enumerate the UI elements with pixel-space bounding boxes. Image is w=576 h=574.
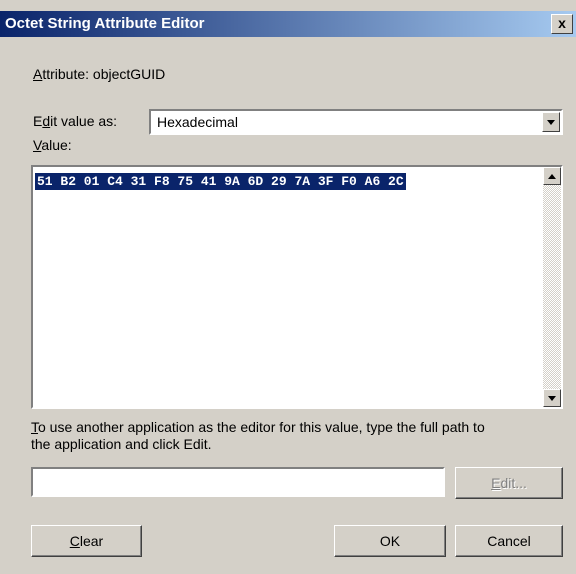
attribute-label: Attribute: objectGUID bbox=[33, 66, 166, 82]
edit-button[interactable]: Edit... bbox=[455, 467, 563, 499]
edit-value-as-selected: Hexadecimal bbox=[157, 114, 238, 130]
hex-value-text[interactable]: 51 B2 01 C4 31 F8 75 41 9A 6D 29 7A 3F F… bbox=[35, 173, 406, 190]
cancel-button[interactable]: Cancel bbox=[455, 525, 563, 557]
title-bar: Octet String Attribute Editor x bbox=[0, 11, 576, 37]
instructions-text: To use another application as the editor… bbox=[31, 419, 485, 452]
scroll-down-button[interactable] bbox=[543, 389, 561, 407]
scroll-up-button[interactable] bbox=[543, 167, 561, 185]
value-label: Value: bbox=[33, 137, 72, 153]
window-title: Octet String Attribute Editor bbox=[5, 15, 205, 32]
chevron-down-icon bbox=[547, 120, 555, 125]
value-textarea[interactable]: 51 B2 01 C4 31 F8 75 41 9A 6D 29 7A 3F F… bbox=[31, 165, 563, 409]
arrow-up-icon bbox=[548, 174, 556, 179]
edit-value-as-label: Edit value as: bbox=[33, 113, 118, 129]
close-icon: x bbox=[558, 15, 566, 31]
clear-button[interactable]: Clear bbox=[31, 525, 142, 557]
application-path-input[interactable] bbox=[31, 467, 445, 497]
vertical-scrollbar[interactable] bbox=[543, 167, 561, 407]
ok-button[interactable]: OK bbox=[334, 525, 446, 557]
octet-string-editor-dialog: Octet String Attribute Editor x Attribut… bbox=[0, 0, 576, 574]
close-button[interactable]: x bbox=[551, 14, 573, 34]
dropdown-button[interactable] bbox=[542, 112, 560, 132]
edit-value-as-select[interactable]: Hexadecimal bbox=[149, 109, 563, 135]
arrow-down-icon bbox=[548, 396, 556, 401]
